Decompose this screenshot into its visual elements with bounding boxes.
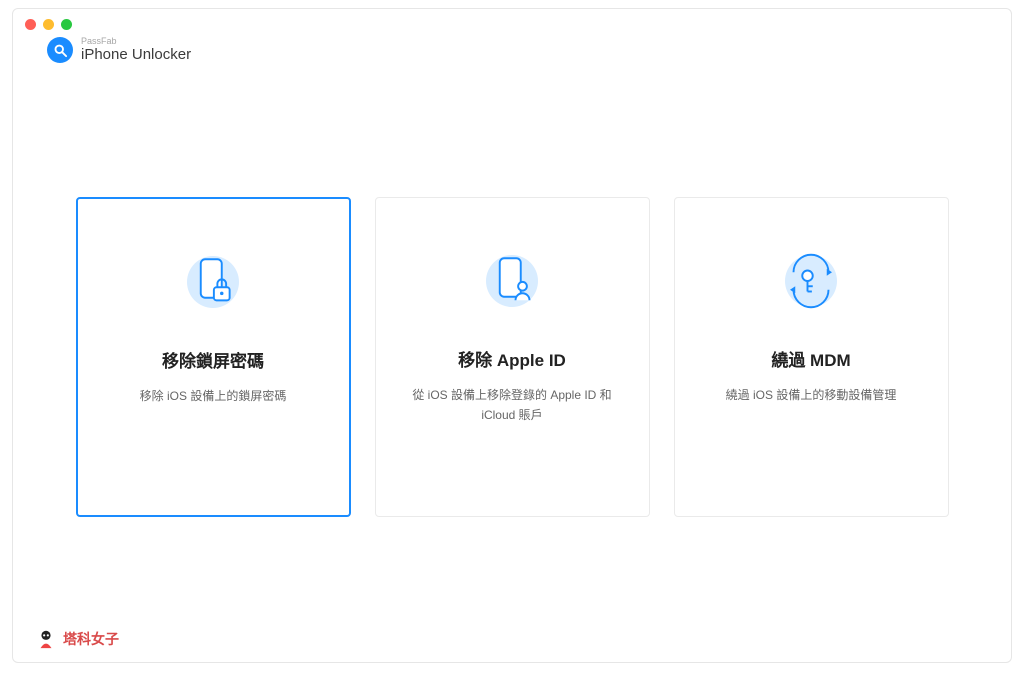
key-refresh-icon <box>776 246 846 316</box>
card-desc: 繞過 iOS 設備上的移動設備管理 <box>698 385 925 405</box>
feature-cards: 移除鎖屏密碼 移除 iOS 設備上的鎖屏密碼 移除 Apple ID 從 iOS… <box>13 197 1011 517</box>
minimize-icon[interactable] <box>43 19 54 30</box>
card-title: 移除 Apple ID <box>458 346 566 371</box>
app-window: PassFab iPhone Unlocker 移除鎖屏密碼 移除 iOS 設備… <box>12 8 1012 663</box>
footer-mascot-icon <box>35 628 57 650</box>
phone-lock-icon <box>178 247 248 317</box>
app-brand: PassFab iPhone Unlocker <box>47 37 191 63</box>
footer-site-name: 塔科女子 <box>63 629 119 649</box>
brand-logo-icon <box>47 37 73 63</box>
card-desc: 從 iOS 設備上移除登錄的 Apple ID 和 iCloud 賬戶 <box>376 385 649 426</box>
brand-small: PassFab <box>81 37 191 46</box>
window-controls <box>25 19 72 30</box>
card-remove-apple-id[interactable]: 移除 Apple ID 從 iOS 設備上移除登錄的 Apple ID 和 iC… <box>375 197 650 517</box>
card-title: 移除鎖屏密碼 <box>162 347 264 372</box>
card-title: 繞過 MDM <box>771 346 850 371</box>
card-desc: 移除 iOS 設備上的鎖屏密碼 <box>112 386 315 406</box>
footer-site-brand: 塔科女子 <box>35 628 119 650</box>
phone-user-icon <box>477 246 547 316</box>
brand-name: iPhone Unlocker <box>81 46 191 63</box>
close-icon[interactable] <box>25 19 36 30</box>
maximize-icon[interactable] <box>61 19 72 30</box>
card-unlock-screen[interactable]: 移除鎖屏密碼 移除 iOS 設備上的鎖屏密碼 <box>76 197 351 517</box>
card-bypass-mdm[interactable]: 繞過 MDM 繞過 iOS 設備上的移動設備管理 <box>674 197 949 517</box>
